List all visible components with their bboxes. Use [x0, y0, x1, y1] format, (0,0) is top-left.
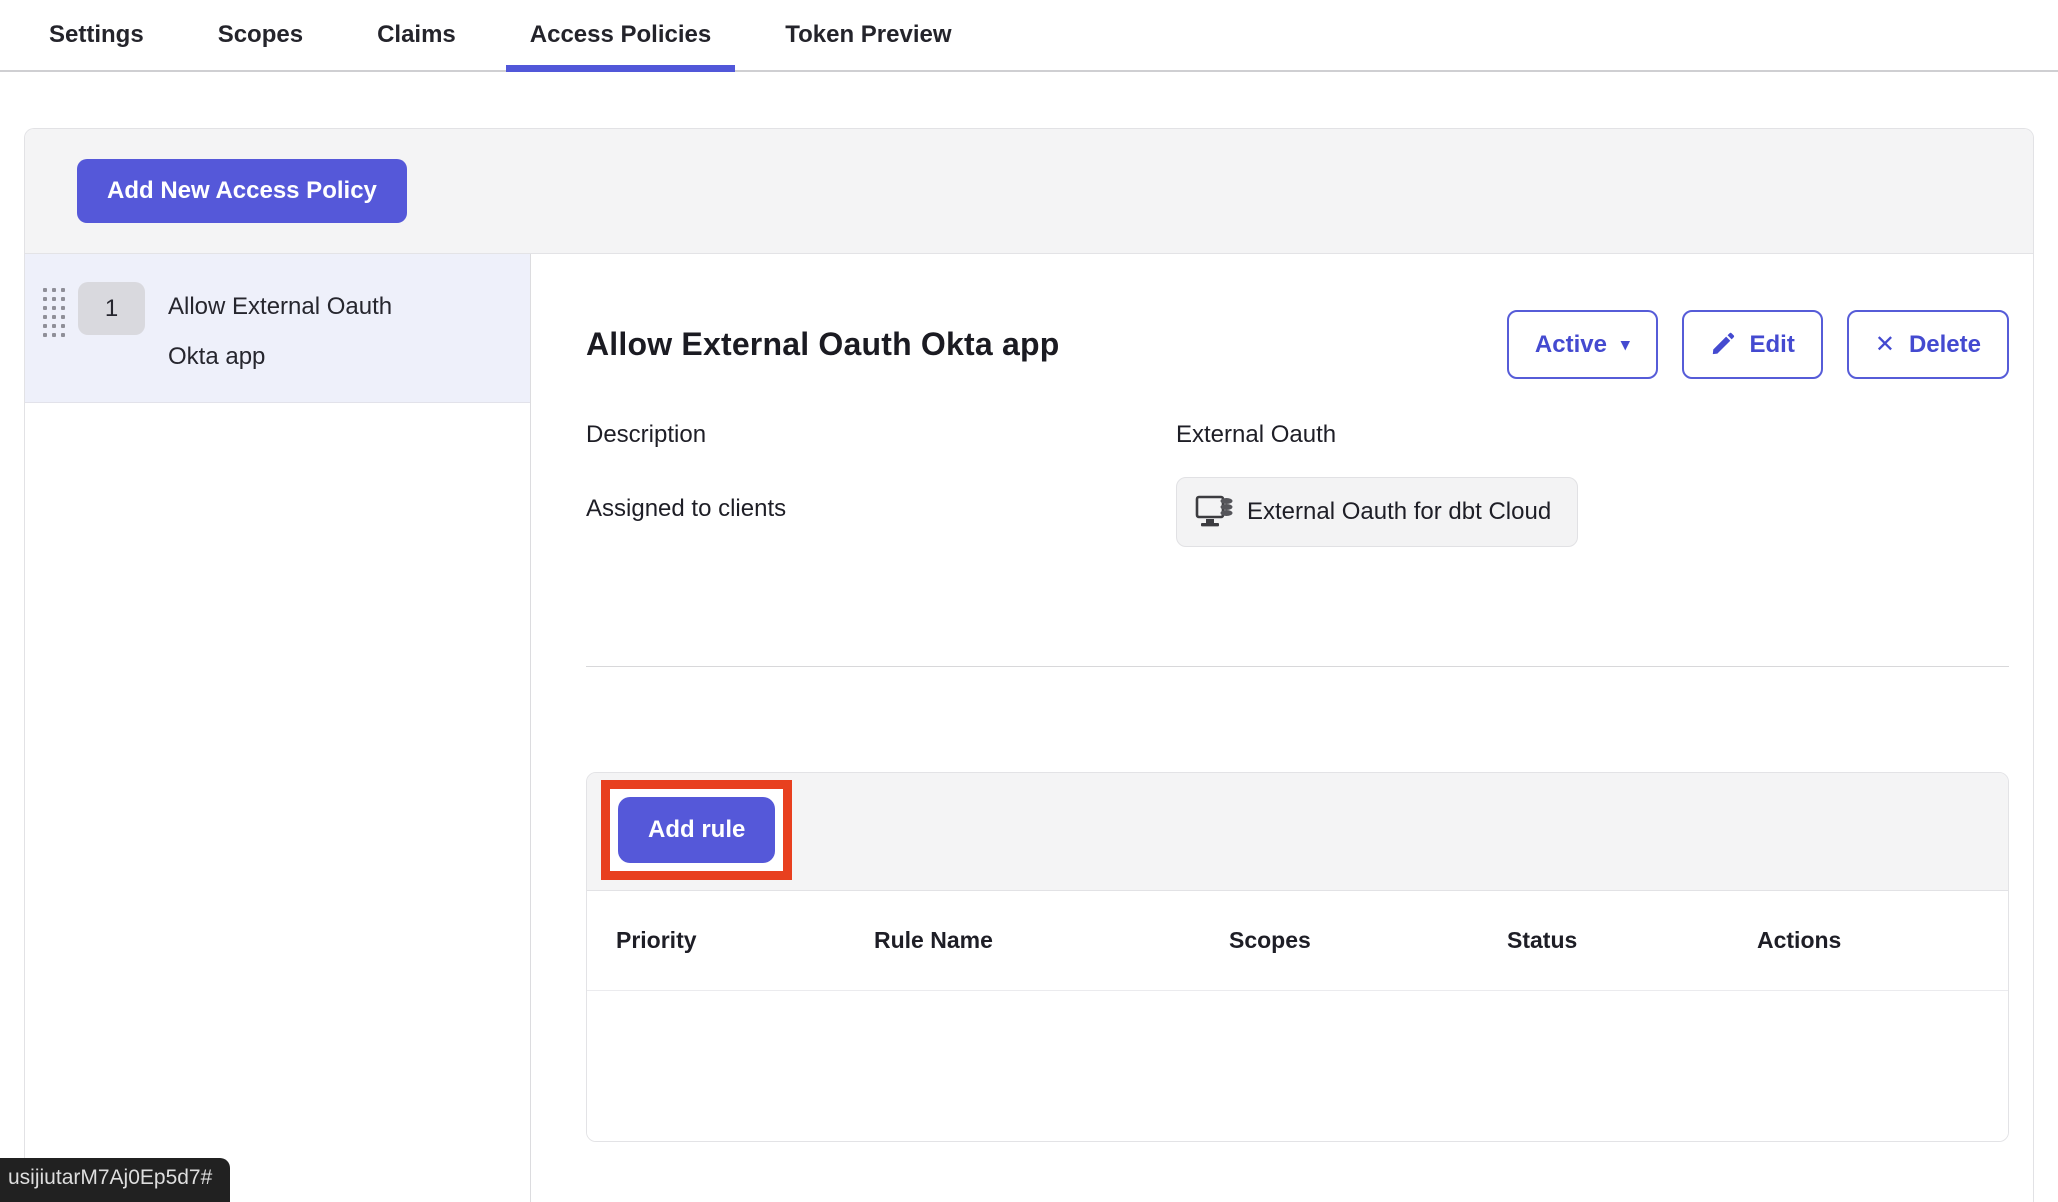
access-policies-panel: Add New Access Policy 1 Allow External O…	[24, 128, 2034, 1202]
client-chip-label: External Oauth for dbt Cloud	[1247, 498, 1551, 526]
policy-title: Allow External Oauth Okta app	[586, 326, 1059, 363]
policy-list-sidebar: 1 Allow External Oauth Okta app	[25, 254, 531, 1202]
add-new-access-policy-button[interactable]: Add New Access Policy	[77, 159, 407, 223]
column-status: Status	[1507, 927, 1757, 954]
tab-claims[interactable]: Claims	[353, 0, 480, 70]
assigned-clients-label: Assigned to clients	[586, 495, 1176, 523]
panel-body: 1 Allow External Oauth Okta app Allow Ex…	[25, 254, 2033, 1202]
policy-priority-badge: 1	[78, 282, 145, 335]
edit-button[interactable]: Edit	[1682, 310, 1823, 379]
tab-scopes[interactable]: Scopes	[194, 0, 327, 70]
status-dropdown-label: Active	[1535, 331, 1607, 359]
close-icon: ✕	[1875, 333, 1895, 357]
policy-action-buttons: Active ▾ Edit ✕	[1507, 310, 2009, 379]
chevron-down-icon: ▾	[1621, 336, 1630, 353]
policy-list-item[interactable]: 1 Allow External Oauth Okta app	[25, 254, 530, 403]
red-highlight-annotation: Add rule	[601, 780, 792, 880]
column-rule-name: Rule Name	[874, 927, 1229, 954]
pencil-icon	[1710, 332, 1736, 358]
policy-meta-row-clients: Assigned to clients	[586, 495, 2009, 547]
description-label: Description	[586, 421, 1176, 449]
policy-title-row: Allow External Oauth Okta app Active ▾	[586, 310, 2009, 379]
screen: Settings Scopes Claims Access Policies T…	[0, 0, 2058, 1202]
tab-access-policies[interactable]: Access Policies	[506, 0, 735, 70]
client-chip[interactable]: External Oauth for dbt Cloud	[1176, 477, 1578, 547]
policy-meta-row-description: Description External Oauth	[586, 421, 2009, 449]
rules-table-body-empty	[587, 991, 2008, 1141]
column-priority: Priority	[616, 927, 874, 954]
link-status-tooltip: usijiutarM7Aj0Ep5d7#	[0, 1158, 230, 1202]
status-dropdown-button[interactable]: Active ▾	[1507, 310, 1658, 379]
column-actions: Actions	[1757, 927, 2008, 954]
rules-card: Add rule Priority Rule Name Scopes Statu…	[586, 772, 2009, 1142]
panel-header: Add New Access Policy	[25, 129, 2033, 254]
column-scopes: Scopes	[1229, 927, 1507, 954]
policy-name-label: Allow External Oauth Okta app	[168, 282, 448, 382]
delete-button-label: Delete	[1909, 331, 1981, 359]
rules-table-header: Priority Rule Name Scopes Status Actions	[587, 891, 2008, 991]
drag-handle-icon[interactable]	[43, 288, 65, 337]
add-rule-button[interactable]: Add rule	[618, 797, 775, 863]
tab-token-preview[interactable]: Token Preview	[761, 0, 975, 70]
tab-bar: Settings Scopes Claims Access Policies T…	[0, 0, 2058, 72]
policy-detail-pane: Allow External Oauth Okta app Active ▾	[531, 254, 2033, 1202]
tab-settings[interactable]: Settings	[25, 0, 168, 70]
section-divider	[586, 666, 2009, 667]
delete-button[interactable]: ✕ Delete	[1847, 310, 2009, 379]
edit-button-label: Edit	[1750, 331, 1795, 359]
computer-icon	[1195, 495, 1235, 529]
description-value: External Oauth	[1176, 421, 2009, 449]
rules-card-header: Add rule	[587, 773, 2008, 891]
